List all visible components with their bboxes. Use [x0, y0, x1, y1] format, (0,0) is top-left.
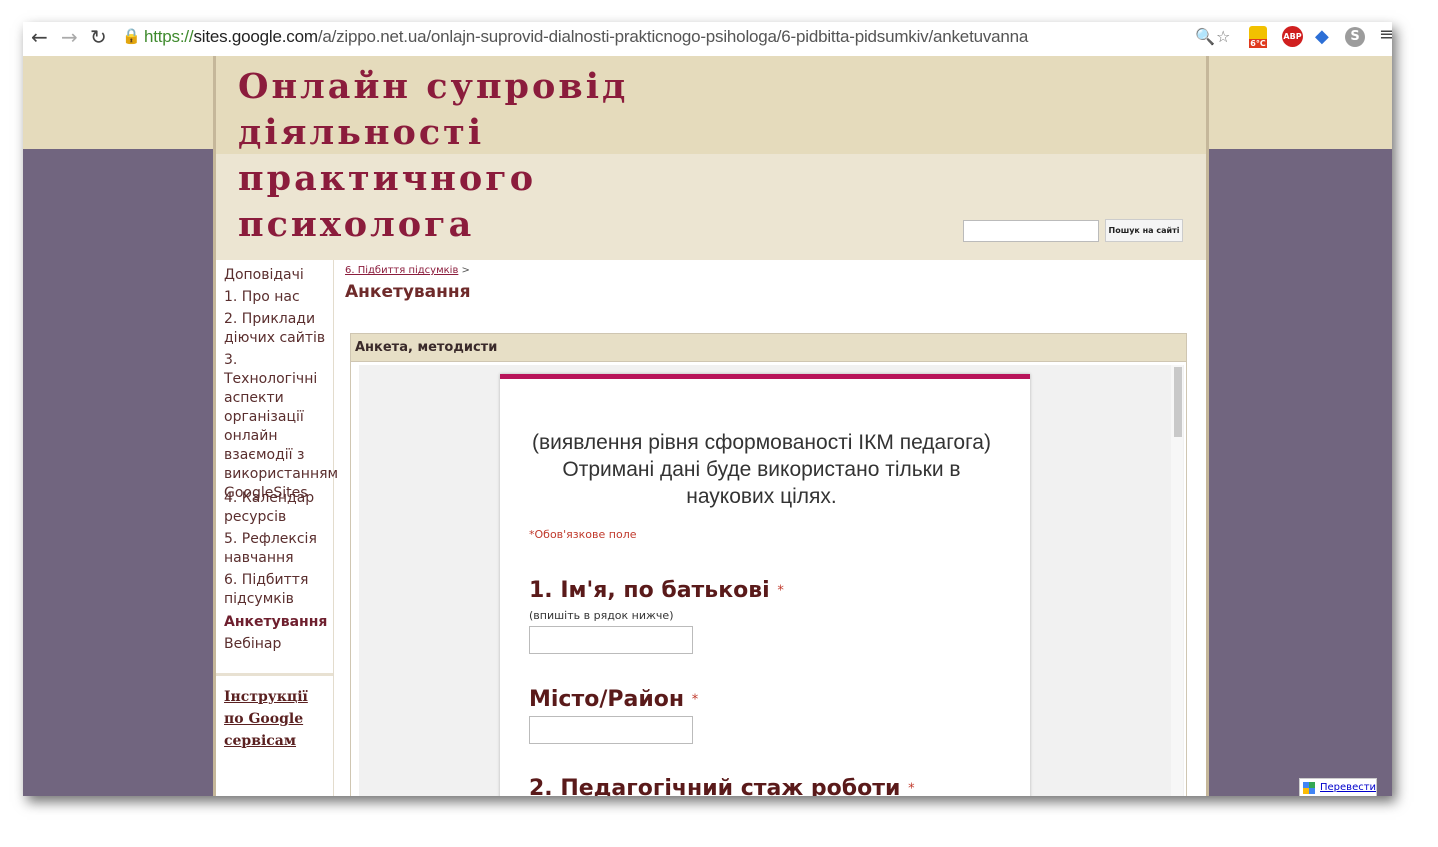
- scrollbar-thumb[interactable]: [1174, 367, 1182, 437]
- adblock-icon[interactable]: ABP: [1282, 26, 1303, 47]
- gadget-title-bar: Анкета, методисти: [351, 334, 1186, 362]
- sidebar-item-survey[interactable]: Анкетування: [224, 613, 332, 632]
- browser-window: ← → ↻ 🔒 https://sites.google.com/a/zippo…: [23, 22, 1392, 796]
- site-title[interactable]: Онлайн супровід діяльності практичного п…: [238, 64, 658, 248]
- required-marker: *: [908, 781, 915, 797]
- weather-badge: 6°C: [1249, 39, 1267, 48]
- sidebar-item-speakers[interactable]: Доповідачі: [224, 266, 332, 285]
- translate-link[interactable]: Перевести: [1320, 782, 1376, 793]
- weather-extension-icon[interactable]: 6°C: [1249, 26, 1267, 48]
- breadcrumb: 6. Підбиття підсумків >: [345, 265, 470, 276]
- page: Онлайн супровід діяльності практичного п…: [23, 56, 1392, 796]
- url-path: /a/zippo.net.ua/onlajn-suprovid-dialnost…: [317, 27, 1029, 46]
- form-description: (виявлення рівня сформованості ІКМ педаг…: [532, 431, 991, 508]
- sidebar-item-webinar[interactable]: Вебінар: [224, 635, 332, 654]
- required-note: *Обов'язкове поле: [529, 528, 637, 541]
- question-title: 1. Ім'я, по батькові *: [529, 578, 784, 603]
- back-arrow-icon[interactable]: ←: [31, 26, 48, 48]
- instructions-link[interactable]: Інструкції по Google сервісам: [224, 686, 329, 752]
- reload-icon[interactable]: ↻: [90, 26, 107, 48]
- url-host: sites.google.com: [193, 27, 318, 46]
- sidebar-item-tech-aspects[interactable]: 3. Технологічні аспекти організації онла…: [224, 351, 338, 503]
- sidebar-item-examples[interactable]: 2. Приклади діючих сайтів: [224, 310, 332, 348]
- google-form: (виявлення рівня сформованості ІКМ педаг…: [500, 374, 1030, 796]
- question-help: (впишіть в рядок нижче): [529, 609, 674, 622]
- lock-icon: 🔒: [122, 27, 141, 45]
- site-search-input[interactable]: [963, 220, 1099, 242]
- question-text: 1. Ім'я, по батькові: [529, 578, 770, 603]
- url-scheme: https://: [144, 27, 194, 46]
- sidebar-item-summary[interactable]: 6. Підбиття підсумків: [224, 571, 332, 609]
- sidebar-item-about[interactable]: 1. Про нас: [224, 288, 332, 307]
- extension-diamond-icon[interactable]: ◆: [1315, 27, 1329, 47]
- breadcrumb-separator: >: [461, 265, 470, 276]
- page-title: Анкетування: [345, 282, 471, 302]
- question-title: Місто/Район *: [529, 687, 698, 712]
- question-text: Місто/Район: [529, 687, 685, 712]
- breadcrumb-link[interactable]: 6. Підбиття підсумків: [345, 265, 458, 276]
- menu-icon[interactable]: ≡: [1379, 25, 1392, 45]
- required-marker: *: [691, 692, 699, 708]
- sidebar: Доповідачі 1. Про нас 2. Приклади діючих…: [216, 260, 338, 796]
- url-text: https://sites.google.com/a/zippo.net.ua/…: [144, 27, 1028, 47]
- forward-arrow-icon[interactable]: →: [61, 26, 78, 48]
- translate-widget[interactable]: Перевести: [1299, 778, 1377, 796]
- question-text: 2. Педагогічний стаж роботи: [529, 776, 901, 796]
- form-gadget: Анкета, методисти (виявлення рівня сформ…: [350, 333, 1187, 796]
- bookmark-star-icon[interactable]: ☆: [1216, 27, 1230, 47]
- gadget-title: Анкета, методисти: [355, 340, 498, 355]
- site-header: Онлайн супровід діяльності практичного п…: [216, 56, 1206, 260]
- sidebar-item-reflection[interactable]: 5. Рефлексія навчання: [224, 530, 332, 568]
- embedded-form-frame: (виявлення рівня сформованості ІКМ педаг…: [359, 365, 1184, 796]
- question-title: 2. Педагогічний стаж роботи *: [529, 776, 915, 796]
- skype-icon[interactable]: S: [1345, 27, 1365, 47]
- google-translate-icon: [1303, 782, 1315, 794]
- city-input[interactable]: [529, 716, 693, 744]
- required-marker: *: [777, 583, 784, 599]
- browser-toolbar: ← → ↻ 🔒 https://sites.google.com/a/zippo…: [23, 22, 1392, 56]
- name-input[interactable]: [529, 626, 693, 654]
- sidebar-item-calendar[interactable]: 4. Календар ресурсів: [224, 489, 332, 527]
- zoom-icon[interactable]: 🔍: [1195, 27, 1215, 47]
- site-search-button[interactable]: Пошук на сайті: [1105, 219, 1183, 242]
- address-bar[interactable]: 🔒 https://sites.google.com/a/zippo.net.u…: [118, 25, 1230, 49]
- sidebar-divider: [216, 673, 333, 676]
- site-container: Онлайн супровід діяльності практичного п…: [213, 56, 1209, 796]
